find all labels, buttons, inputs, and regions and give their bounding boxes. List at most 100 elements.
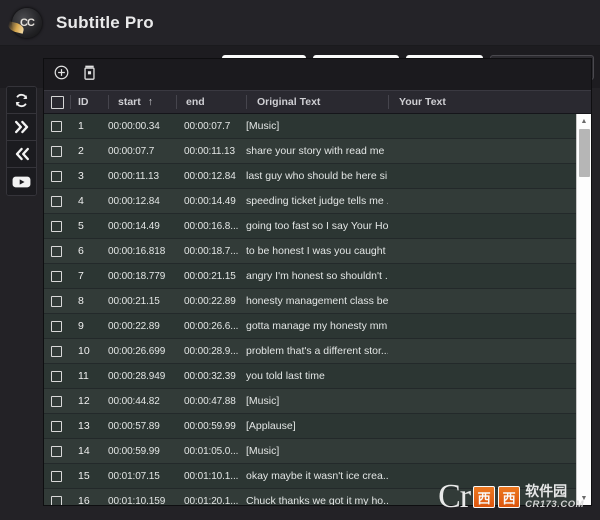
cell-original-text: [Music]	[246, 445, 280, 457]
scroll-down-button[interactable]: ▼	[577, 491, 591, 505]
table-row[interactable]: 7 00:00:18.779 00:00:21.15 angry I'm honest…	[44, 264, 591, 289]
row-select-checkbox[interactable]	[44, 170, 70, 182]
vertical-scrollbar[interactable]: ▲ ▼	[576, 114, 591, 505]
table-row[interactable]: 14 00:00:59.99 00:01:05.0... [Music]	[44, 439, 591, 464]
sidebar-item-shift-forward[interactable]	[7, 114, 36, 141]
checkbox-icon[interactable]	[51, 370, 62, 382]
checkbox-icon[interactable]	[51, 420, 62, 432]
add-row-button[interactable]	[50, 64, 72, 86]
column-header-end[interactable]: end	[176, 91, 246, 113]
checkbox-icon[interactable]	[51, 270, 62, 282]
left-toolbar-rail	[6, 86, 37, 196]
checkbox-icon[interactable]	[51, 320, 62, 332]
scrollbar-thumb[interactable]	[579, 129, 590, 177]
cell-start: 00:00:44.82	[108, 395, 160, 407]
chevron-double-left-icon	[14, 147, 30, 161]
cell-original-text: gotta manage my honesty mm...	[246, 320, 388, 332]
checkbox-icon[interactable]	[51, 495, 62, 505]
row-select-checkbox[interactable]	[44, 495, 70, 505]
checkbox-icon[interactable]	[51, 245, 62, 257]
sort-ascending-icon: ↑	[147, 96, 154, 108]
table-row[interactable]: 13 00:00:57.89 00:00:59.99 [Applause]	[44, 414, 591, 439]
column-header-original-text[interactable]: Original Text	[246, 91, 388, 113]
cell-end: 00:00:26.6...	[184, 320, 239, 332]
cell-original-text: angry I'm honest so shouldn't ...	[246, 270, 388, 282]
checkbox-icon[interactable]	[51, 445, 62, 457]
cell-original-text: speeding ticket judge tells me ...	[246, 195, 388, 207]
row-select-checkbox[interactable]	[44, 295, 70, 307]
table-row[interactable]: 12 00:00:44.82 00:00:47.88 [Music]	[44, 389, 591, 414]
table-row[interactable]: 11 00:00:28.949 00:00:32.39 you told last t…	[44, 364, 591, 389]
row-select-checkbox[interactable]	[44, 470, 70, 482]
checkbox-icon[interactable]	[51, 220, 62, 232]
column-header-id[interactable]: ID	[70, 91, 108, 113]
sidebar-item-shift-backward[interactable]	[7, 141, 36, 168]
subtitle-pro-window: CC Subtitle Pro BOM Encoding IMPORT EXPO…	[0, 0, 600, 520]
cell-original-text: share your story with read me ...	[246, 145, 388, 157]
cell-original-text: okay maybe it wasn't ice crea...	[246, 470, 388, 482]
table-row[interactable]: 5 00:00:14.49 00:00:16.8... going too fast …	[44, 214, 591, 239]
cell-id: 1	[78, 120, 84, 132]
table-header-row: ID start ↑ end Original Text Your Text	[44, 90, 591, 114]
youtube-icon	[12, 175, 31, 189]
table-row[interactable]: 8 00:00:21.15 00:00:22.89 honesty managemen…	[44, 289, 591, 314]
column-header-start[interactable]: start ↑	[108, 91, 176, 113]
scroll-up-button[interactable]: ▲	[577, 114, 591, 128]
checkbox-icon[interactable]	[51, 195, 62, 207]
cell-end: 00:00:21.15	[184, 270, 236, 282]
cell-start: 00:00:21.15	[108, 295, 160, 307]
row-select-checkbox[interactable]	[44, 420, 70, 432]
table-row[interactable]: 16 00:01:10.159 00:01:20.1... Chuck thanks …	[44, 489, 591, 505]
cell-start: 00:01:10.159	[108, 495, 166, 506]
checkbox-icon[interactable]	[51, 470, 62, 482]
row-select-checkbox[interactable]	[44, 445, 70, 457]
cell-id: 5	[78, 220, 84, 232]
cell-id: 9	[78, 320, 84, 332]
cell-start: 00:00:28.949	[108, 370, 166, 382]
cell-id: 15	[78, 470, 90, 482]
checkbox-icon[interactable]	[51, 295, 62, 307]
cell-start: 00:00:14.49	[108, 220, 160, 232]
table-row[interactable]: 1 00:00:00.34 00:00:07.7 [Music]	[44, 114, 591, 139]
row-select-checkbox[interactable]	[44, 345, 70, 357]
subtitle-table-panel: ID start ↑ end Original Text Your Text 1…	[43, 58, 592, 506]
row-select-checkbox[interactable]	[44, 195, 70, 207]
sidebar-item-youtube[interactable]	[7, 168, 36, 195]
cell-start: 00:00:59.99	[108, 445, 160, 457]
table-row[interactable]: 6 00:00:16.818 00:00:18.7... to be honest I…	[44, 239, 591, 264]
cell-end: 00:00:16.8...	[184, 220, 239, 232]
checkbox-icon[interactable]	[51, 395, 62, 407]
checkbox-icon[interactable]	[50, 95, 64, 109]
column-header-your-text[interactable]: Your Text	[388, 91, 591, 113]
sidebar-item-sync[interactable]	[7, 87, 36, 114]
checkbox-icon[interactable]	[51, 145, 62, 157]
table-row[interactable]: 4 00:00:12.84 00:00:14.49 speeding ticket j…	[44, 189, 591, 214]
table-row[interactable]: 3 00:00:11.13 00:00:12.84 last guy who shou…	[44, 164, 591, 189]
delete-row-button[interactable]	[78, 64, 100, 86]
row-select-checkbox[interactable]	[44, 320, 70, 332]
cell-id: 7	[78, 270, 84, 282]
row-select-checkbox[interactable]	[44, 270, 70, 282]
cell-end: 00:00:18.7...	[184, 245, 239, 257]
cell-original-text: Chuck thanks we got it my ho...	[246, 495, 388, 505]
cell-end: 00:00:59.99	[184, 420, 236, 432]
checkbox-icon[interactable]	[51, 170, 62, 182]
table-row[interactable]: 10 00:00:26.699 00:00:28.9... problem that'…	[44, 339, 591, 364]
cell-original-text: last guy who should be here si...	[246, 170, 388, 182]
sync-icon	[14, 93, 29, 108]
cell-original-text: [Music]	[246, 395, 280, 407]
select-all-checkbox[interactable]	[44, 91, 70, 113]
checkbox-icon[interactable]	[51, 120, 62, 132]
row-select-checkbox[interactable]	[44, 370, 70, 382]
row-select-checkbox[interactable]	[44, 245, 70, 257]
row-select-checkbox[interactable]	[44, 120, 70, 132]
cell-id: 3	[78, 170, 84, 182]
row-select-checkbox[interactable]	[44, 220, 70, 232]
title-bar: CC Subtitle Pro	[0, 0, 600, 46]
checkbox-icon[interactable]	[51, 345, 62, 357]
row-select-checkbox[interactable]	[44, 395, 70, 407]
table-row[interactable]: 2 00:00:07.7 00:00:11.13 share your story w…	[44, 139, 591, 164]
table-row[interactable]: 15 00:01:07.15 00:01:10.1... okay maybe it …	[44, 464, 591, 489]
table-row[interactable]: 9 00:00:22.89 00:00:26.6... gotta manage my…	[44, 314, 591, 339]
row-select-checkbox[interactable]	[44, 145, 70, 157]
